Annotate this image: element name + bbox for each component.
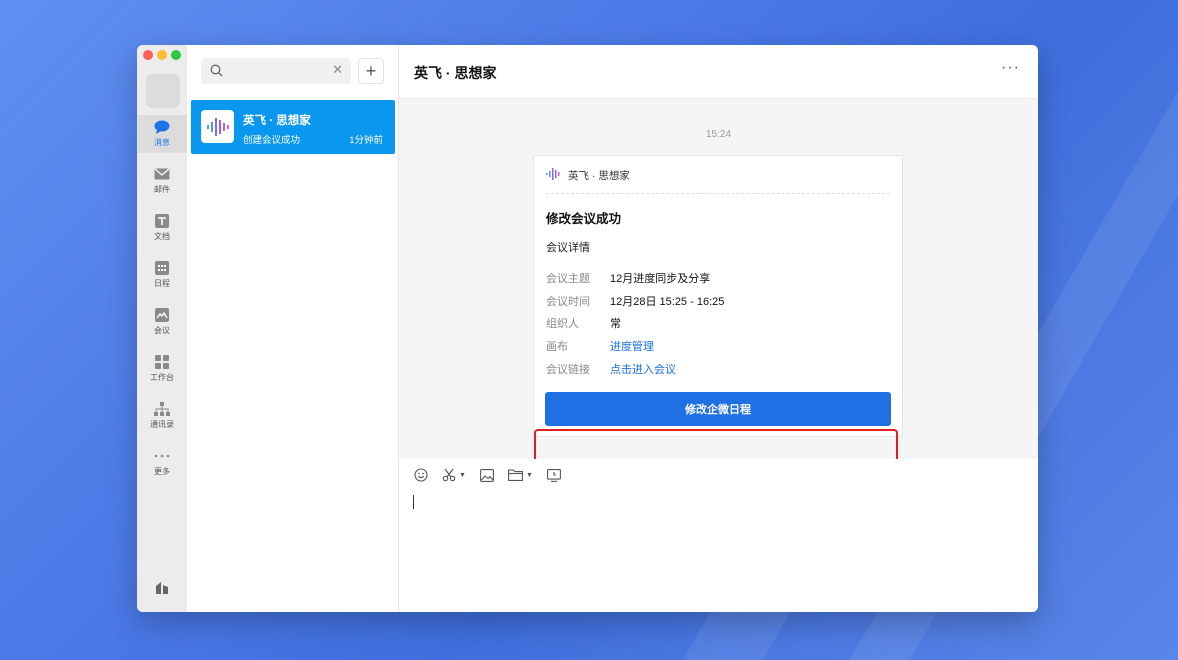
image-button[interactable] (479, 468, 494, 482)
detail-value: 12月28日 15:25 - 16:25 (610, 296, 725, 308)
chevron-down-icon: ▼ (459, 471, 466, 479)
card-subtitle: 会议详情 (546, 242, 590, 254)
rail-item-label: 会议 (154, 326, 170, 335)
calendar-icon (154, 261, 170, 275)
emoji-button[interactable] (414, 468, 428, 482)
detail-row-meeting-link: 会议链接 点击进入会议 (546, 361, 676, 377)
minimize-window-button[interactable] (157, 50, 167, 60)
rail-item-label: 邮件 (154, 185, 170, 194)
mail-icon (154, 167, 170, 181)
rail-item-label: 通讯录 (150, 420, 174, 429)
conversation-name: 英飞 · 思想家 (243, 115, 311, 127)
grid-icon (154, 355, 170, 369)
card-bot-name: 英飞 · 思想家 (568, 170, 630, 182)
card-divider (546, 193, 890, 194)
rail-item-calendar[interactable]: 日程 (137, 256, 187, 294)
building-icon[interactable] (154, 580, 170, 599)
conversation-item[interactable]: 英飞 · 思想家 创建会议成功 1分钟前 (191, 100, 395, 154)
join-meeting-link[interactable]: 点击进入会议 (610, 361, 676, 377)
close-window-button[interactable] (143, 50, 153, 60)
chat-header: 英飞 · 思想家 ··· (399, 45, 1038, 99)
rail-item-workbench[interactable]: 工作台 (137, 350, 187, 388)
folder-icon (507, 469, 523, 481)
rail-item-mail[interactable]: 邮件 (137, 162, 187, 200)
detail-row-topic: 会议主题 12月进度同步及分享 (546, 270, 710, 286)
detail-value: 常 (610, 318, 621, 330)
screenshot-button[interactable]: ▼ (442, 468, 466, 482)
rail-item-label: 文档 (154, 232, 170, 241)
scissors-icon (442, 468, 456, 482)
message-composer: ▼ ▼ (399, 459, 1038, 612)
detail-value: 12月进度同步及分享 (610, 273, 711, 285)
message-area: 15:24 英飞 · 思想家 修改会议成功 会议详情 会议主题 12月进度同步及… (399, 99, 1038, 478)
app-window: 消息 邮件 文档 日程 会议 工作台 通讯录 更多 ✕ + 英飞 · 思想家 创… (137, 45, 1038, 612)
rail-item-label: 消息 (154, 138, 170, 147)
meeting-icon (154, 308, 170, 322)
rail-item-label: 工作台 (150, 373, 174, 382)
chevron-down-icon: ▼ (525, 471, 533, 479)
add-button[interactable]: + (358, 58, 384, 84)
search-input[interactable]: ✕ (201, 58, 351, 84)
org-chart-icon (154, 402, 170, 416)
conversation-last-message: 创建会议成功 (243, 135, 301, 146)
detail-row-organizer: 组织人 常 (546, 315, 621, 331)
emoji-icon (414, 468, 428, 482)
canvas-link[interactable]: 进度管理 (610, 338, 654, 354)
audio-wave-icon (201, 110, 234, 143)
rail-item-label: 日程 (154, 279, 170, 288)
rail-item-docs[interactable]: 文档 (137, 209, 187, 247)
detail-row-time: 会议时间 12月28日 15:25 - 16:25 (546, 293, 724, 309)
meeting-card: 英飞 · 思想家 修改会议成功 会议详情 会议主题 12月进度同步及分享 会议时… (533, 155, 903, 437)
detail-key: 会议链接 (546, 364, 590, 376)
more-options-button[interactable]: ··· (1001, 59, 1020, 77)
card-header: 英飞 · 思想家 (546, 168, 630, 183)
rail-item-messages[interactable]: 消息 (137, 115, 187, 153)
conversation-time: 1分钟前 (349, 135, 383, 146)
rail-item-label: 更多 (154, 467, 170, 476)
composer-toolbar: ▼ ▼ (414, 468, 561, 482)
window-controls (143, 50, 181, 60)
file-button[interactable]: ▼ (507, 469, 533, 481)
conversation-list: ✕ + 英飞 · 思想家 创建会议成功 1分钟前 (187, 45, 399, 612)
card-title: 修改会议成功 (546, 212, 622, 226)
screen-record-button[interactable] (546, 468, 561, 482)
more-dots-icon (154, 449, 170, 463)
rail-item-meetings[interactable]: 会议 (137, 303, 187, 341)
plus-icon: + (365, 60, 377, 81)
detail-key: 画布 (546, 341, 568, 353)
text-input-cursor[interactable] (413, 495, 414, 509)
chat-bubble-icon (154, 120, 170, 134)
message-timestamp: 15:24 (705, 129, 732, 140)
chat-title: 英飞 · 思想家 (414, 65, 497, 81)
screen-record-icon (546, 468, 561, 482)
document-icon (154, 214, 170, 228)
edit-schedule-button[interactable]: 修改企微日程 (545, 392, 891, 426)
detail-key: 会议时间 (546, 296, 590, 308)
detail-row-canvas: 画布 进度管理 (546, 338, 654, 354)
chat-panel: 英飞 · 思想家 ··· 15:24 英飞 · 思想家 修改会议成功 会议详情 … (399, 45, 1038, 612)
detail-key: 组织人 (546, 318, 579, 330)
maximize-window-button[interactable] (171, 50, 181, 60)
audio-wave-icon (546, 168, 562, 183)
close-icon[interactable]: ✕ (332, 62, 343, 78)
search-icon (210, 64, 223, 82)
detail-key: 会议主题 (546, 273, 590, 285)
rail-item-more[interactable]: 更多 (137, 444, 187, 482)
avatar[interactable] (146, 74, 180, 108)
image-icon (479, 468, 494, 482)
nav-rail: 消息 邮件 文档 日程 会议 工作台 通讯录 更多 (137, 45, 187, 612)
rail-item-contacts[interactable]: 通讯录 (137, 397, 187, 435)
